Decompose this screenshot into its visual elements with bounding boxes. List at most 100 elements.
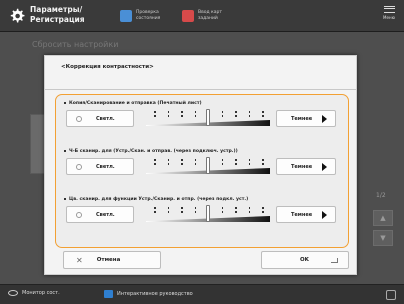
tick-mark <box>181 163 183 165</box>
tick-mark <box>221 111 223 113</box>
status-check-button[interactable]: Проверка состояния <box>120 7 160 25</box>
arrow-right-icon <box>322 163 327 171</box>
tick-mark <box>181 159 183 161</box>
eye-icon <box>8 290 18 296</box>
tick-mark <box>181 207 183 209</box>
tick-mark <box>154 211 156 213</box>
tick-mark <box>154 207 156 209</box>
tick-mark <box>154 115 156 117</box>
contrast-slider[interactable] <box>146 156 270 178</box>
copy-icon[interactable] <box>386 290 396 300</box>
contrast-row-label: Копия/Сканирование и отправка (Печатный … <box>64 101 202 106</box>
tick-mark <box>194 111 196 113</box>
close-icon: ✕ <box>76 255 83 265</box>
light-icon <box>76 115 82 122</box>
tick-mark <box>248 115 250 117</box>
tick-mark <box>262 115 264 117</box>
cancel-button[interactable]: ✕ Отмена <box>63 251 161 269</box>
tick-mark <box>235 111 237 113</box>
tick-mark <box>262 159 264 161</box>
status-check-label: Проверка состояния <box>136 10 161 21</box>
ok-label: OK <box>300 257 309 263</box>
ok-button[interactable]: OK <box>261 251 349 269</box>
darker-button[interactable]: Темнее <box>276 158 336 175</box>
tick-mark <box>167 207 169 209</box>
slider-knob[interactable] <box>206 205 210 222</box>
tick-mark <box>167 211 169 213</box>
menu-icon <box>383 6 395 13</box>
dialog-title: <Коррекция контрастности> <box>61 64 154 70</box>
light-icon <box>76 211 82 218</box>
lighter-button[interactable]: Светл. <box>66 158 134 175</box>
tick-mark <box>235 207 237 209</box>
manual-label: Интерактивное руководство <box>117 291 193 297</box>
tick-mark <box>154 163 156 165</box>
menu-button[interactable]: Меню <box>382 6 396 20</box>
tick-mark <box>154 159 156 161</box>
tick-mark <box>194 115 196 117</box>
tick-mark <box>194 211 196 213</box>
status-monitor-button[interactable]: Монитор сост. <box>8 290 60 296</box>
tick-mark <box>221 207 223 209</box>
tick-mark <box>154 111 156 113</box>
job-entry-label: Ввод карт заданий <box>198 10 222 21</box>
lighter-button[interactable]: Светл. <box>66 110 134 127</box>
tick-mark <box>235 211 237 213</box>
contrast-slider[interactable] <box>146 108 270 130</box>
slider-knob[interactable] <box>206 109 210 126</box>
tick-mark <box>248 159 250 161</box>
tick-mark <box>262 211 264 213</box>
tick-mark <box>194 163 196 165</box>
tick-mark <box>221 115 223 117</box>
darker-button[interactable]: Темнее <box>276 206 336 223</box>
enter-icon <box>331 258 338 263</box>
tick-mark <box>235 115 237 117</box>
bottom-bar: Монитор сост. Интерактивное руководство <box>0 284 404 304</box>
settings-gear-icon <box>10 8 25 23</box>
status-icon <box>120 10 132 22</box>
tick-mark <box>167 115 169 117</box>
tick-mark <box>235 163 237 165</box>
tick-mark <box>167 159 169 161</box>
background-header: Сбросить настройки <box>32 40 119 49</box>
tick-mark <box>194 207 196 209</box>
tick-mark <box>262 207 264 209</box>
job-entry-button[interactable]: Ввод карт заданий <box>182 7 222 25</box>
tick-mark <box>181 111 183 113</box>
contrast-row-label: Цв. сканир. для функции Устр./Сканир. и … <box>64 197 248 202</box>
tick-mark <box>248 207 250 209</box>
contrast-slider[interactable] <box>146 204 270 226</box>
darker-button[interactable]: Темнее <box>276 110 336 127</box>
tick-mark <box>248 111 250 113</box>
lighter-button[interactable]: Светл. <box>66 206 134 223</box>
menu-label: Меню <box>383 15 395 20</box>
light-icon <box>76 163 82 170</box>
settings-group: Копия/Сканирование и отправка (Печатный … <box>55 94 349 248</box>
contrast-dialog: <Коррекция контрастности> Копия/Сканиров… <box>44 55 357 275</box>
arrow-right-icon <box>322 211 327 219</box>
tick-mark <box>248 211 250 213</box>
tick-mark <box>194 159 196 161</box>
scroll-up-button[interactable]: ▲ <box>373 210 393 226</box>
tick-mark <box>221 163 223 165</box>
page-indicator: 1/2 <box>376 192 386 199</box>
tick-mark <box>181 115 183 117</box>
cancel-label: Отмена <box>96 257 121 263</box>
slider-knob[interactable] <box>206 157 210 174</box>
tick-mark <box>262 163 264 165</box>
arrow-right-icon <box>322 115 327 123</box>
dialog-divider <box>45 89 356 90</box>
tick-mark <box>181 211 183 213</box>
tick-mark <box>167 163 169 165</box>
job-icon <box>182 10 194 22</box>
status-monitor-label: Монитор сост. <box>22 290 60 296</box>
contrast-row-label: Ч-Б сканир. для (Устр./Скан. и отправ. (… <box>64 149 238 154</box>
manual-button[interactable]: Интерактивное руководство <box>104 290 193 298</box>
tick-mark <box>221 159 223 161</box>
tick-mark <box>262 111 264 113</box>
tick-mark <box>248 163 250 165</box>
scroll-down-button[interactable]: ▼ <box>373 230 393 246</box>
tick-mark <box>167 111 169 113</box>
tick-mark <box>221 211 223 213</box>
tick-mark <box>235 159 237 161</box>
